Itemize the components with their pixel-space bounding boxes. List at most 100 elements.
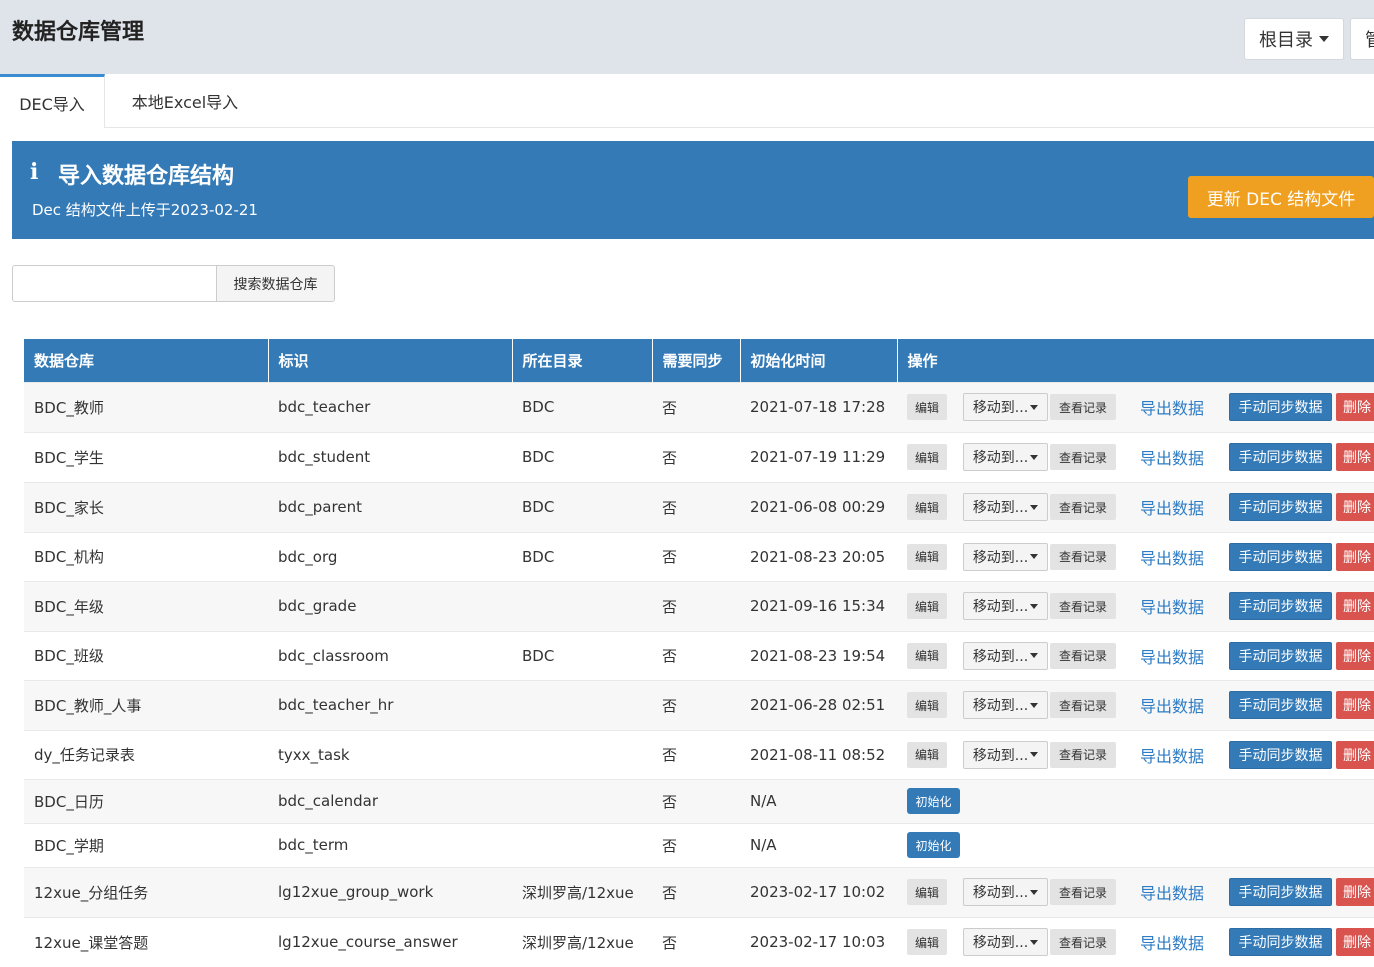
delete-button[interactable]: 删除	[1336, 542, 1374, 571]
manual-sync-button[interactable]: 手动同步数据	[1229, 542, 1332, 571]
edit-button[interactable]: 编辑	[907, 543, 947, 570]
cell-warehouse-name: BDC_家长	[24, 481, 268, 532]
cell-dir: BDC	[512, 431, 652, 482]
table-row: 12xue_分组任务 lg12xue_group_work 深圳罗高/12xue 否 2…	[24, 866, 1374, 917]
delete-button[interactable]: 删除	[1336, 928, 1374, 957]
cell-init-time: 2021-07-18 17:28	[740, 381, 897, 432]
view-log-button[interactable]: 查看记录	[1050, 692, 1116, 718]
manual-sync-button[interactable]: 手动同步数据	[1229, 641, 1332, 670]
cell-sync: 否	[652, 381, 740, 432]
view-log-button[interactable]: 查看记录	[1050, 929, 1116, 956]
cell-id: bdc_term	[268, 822, 512, 867]
manual-sync-button[interactable]: 手动同步数据	[1229, 691, 1332, 719]
delete-button[interactable]: 删除	[1336, 592, 1374, 620]
export-data-link[interactable]: 导出数据	[1140, 445, 1204, 469]
manual-sync-button[interactable]: 手动同步数据	[1229, 592, 1332, 620]
move-to-dropdown[interactable]: 移动到...	[963, 691, 1048, 719]
initialize-button[interactable]: 初始化	[907, 788, 960, 814]
cell-init-time: 2021-08-23 20:05	[740, 531, 897, 581]
move-to-dropdown[interactable]: 移动到...	[963, 393, 1048, 421]
export-data-link[interactable]: 导出数据	[1140, 495, 1204, 519]
move-to-dropdown[interactable]: 移动到...	[963, 443, 1048, 471]
manual-sync-button[interactable]: 手动同步数据	[1229, 493, 1332, 521]
initialize-button[interactable]: 初始化	[907, 832, 960, 858]
edit-button[interactable]: 编辑	[907, 444, 947, 470]
edit-button[interactable]: 编辑	[907, 642, 947, 669]
caret-down-icon	[1030, 603, 1039, 609]
view-log-button[interactable]: 查看记录	[1050, 444, 1116, 470]
edit-button[interactable]: 编辑	[907, 593, 947, 619]
move-to-dropdown[interactable]: 移动到...	[963, 493, 1048, 521]
edit-button[interactable]: 编辑	[907, 879, 947, 905]
delete-button[interactable]: 删除	[1336, 443, 1374, 471]
tab-excel-import[interactable]: 本地Excel导入	[116, 74, 254, 128]
edit-button[interactable]: 编辑	[907, 394, 947, 420]
move-to-dropdown[interactable]: 移动到...	[963, 592, 1048, 620]
move-to-dropdown[interactable]: 移动到...	[963, 740, 1048, 769]
delete-button[interactable]: 删除	[1336, 691, 1374, 719]
delete-button[interactable]: 删除	[1336, 740, 1374, 769]
view-log-button[interactable]: 查看记录	[1050, 494, 1116, 520]
cell-id: lg12xue_course_answer	[268, 916, 512, 967]
search-input[interactable]	[12, 265, 218, 302]
view-log-button[interactable]: 查看记录	[1050, 394, 1116, 420]
tab-dec-import[interactable]: DEC导入	[0, 74, 105, 128]
edit-button[interactable]: 编辑	[907, 494, 947, 520]
view-log-button[interactable]: 查看记录	[1050, 543, 1116, 570]
cell-actions: 编辑 移动到... 查看记录 导出数据 手动同步数据 删除	[897, 679, 1374, 730]
cell-id: bdc_teacher	[268, 381, 512, 432]
delete-button[interactable]: 删除	[1336, 878, 1374, 906]
move-to-dropdown[interactable]: 移动到...	[963, 641, 1048, 670]
view-log-button[interactable]: 查看记录	[1050, 642, 1116, 669]
cell-dir: BDC	[512, 531, 652, 581]
manual-sync-button[interactable]: 手动同步数据	[1229, 878, 1332, 906]
update-dec-button[interactable]: 更新 DEC 结构文件	[1188, 176, 1374, 218]
root-dir-dropdown[interactable]: 根目录	[1244, 18, 1344, 60]
cell-warehouse-name: BDC_机构	[24, 531, 268, 581]
move-to-dropdown[interactable]: 移动到...	[963, 928, 1048, 957]
export-data-link[interactable]: 导出数据	[1140, 644, 1204, 668]
cell-sync: 否	[652, 916, 740, 967]
manual-sync-button[interactable]: 手动同步数据	[1229, 443, 1332, 471]
export-data-link[interactable]: 导出数据	[1140, 693, 1204, 717]
move-to-label: 移动到...	[972, 935, 1029, 952]
export-data-link[interactable]: 导出数据	[1140, 743, 1204, 767]
view-log-button[interactable]: 查看记录	[1050, 593, 1116, 619]
move-to-dropdown[interactable]: 移动到...	[963, 542, 1048, 571]
cell-warehouse-name: BDC_学生	[24, 431, 268, 482]
root-dir-label: 根目录	[1259, 30, 1313, 51]
cell-sync: 否	[652, 431, 740, 482]
cell-actions: 编辑 移动到... 查看记录 导出数据 手动同步数据 删除	[897, 531, 1374, 581]
edit-button[interactable]: 编辑	[907, 692, 947, 718]
cell-sync: 否	[652, 481, 740, 532]
cell-init-time: 2021-06-28 02:51	[740, 679, 897, 730]
move-to-label: 移动到...	[972, 747, 1029, 764]
caret-down-icon	[1030, 404, 1039, 410]
table-row: BDC_学期 bdc_term 否 N/A 初始化	[24, 822, 1374, 867]
manage-button[interactable]: 管	[1350, 18, 1374, 60]
export-data-link[interactable]: 导出数据	[1140, 395, 1204, 419]
manual-sync-button[interactable]: 手动同步数据	[1229, 740, 1332, 769]
banner-title: 导入数据仓库结构	[58, 164, 235, 189]
move-to-dropdown[interactable]: 移动到...	[963, 878, 1048, 906]
manual-sync-button[interactable]: 手动同步数据	[1229, 393, 1332, 421]
export-data-link[interactable]: 导出数据	[1140, 594, 1204, 618]
export-data-link[interactable]: 导出数据	[1140, 880, 1204, 904]
export-data-link[interactable]: 导出数据	[1140, 930, 1204, 954]
move-to-label: 移动到...	[972, 885, 1029, 901]
search-button[interactable]: 搜索数据仓库	[216, 265, 335, 302]
move-to-label: 移动到...	[972, 549, 1029, 566]
delete-button[interactable]: 删除	[1336, 493, 1374, 521]
view-log-button[interactable]: 查看记录	[1050, 879, 1116, 905]
view-log-button[interactable]: 查看记录	[1050, 741, 1116, 768]
edit-button[interactable]: 编辑	[907, 929, 947, 956]
col-header-dir: 所在目录	[512, 339, 653, 382]
cell-sync: 否	[652, 531, 740, 581]
export-data-link[interactable]: 导出数据	[1140, 545, 1204, 569]
edit-button[interactable]: 编辑	[907, 741, 947, 768]
delete-button[interactable]: 删除	[1336, 393, 1374, 421]
delete-button[interactable]: 删除	[1336, 641, 1374, 670]
cell-id: bdc_parent	[268, 481, 512, 532]
manual-sync-button[interactable]: 手动同步数据	[1229, 928, 1332, 957]
cell-init-time: 2021-06-08 00:29	[740, 481, 897, 532]
